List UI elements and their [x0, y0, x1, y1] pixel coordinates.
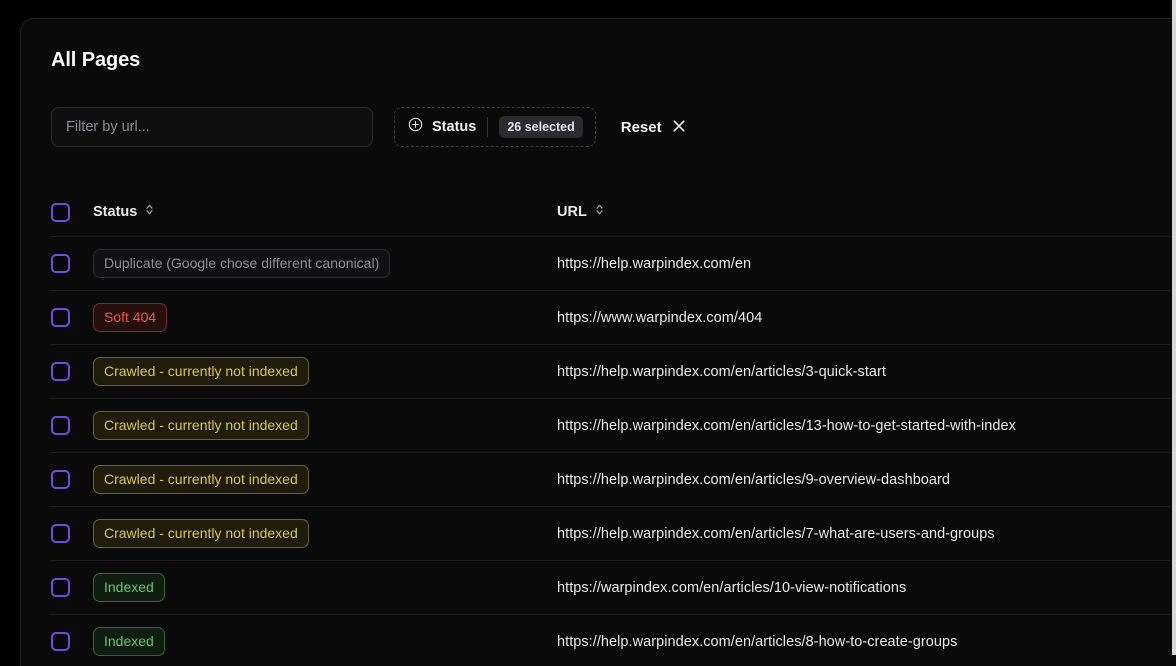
row-status-cell: Indexed	[93, 573, 557, 602]
sort-chevrons-icon	[144, 203, 155, 221]
row-url-cell: https://help.warpindex.com/en/articles/9…	[557, 472, 1176, 488]
row-status-cell: Crawled - currently not indexed	[93, 519, 557, 548]
row-status-cell: Crawled - currently not indexed	[93, 357, 557, 386]
row-select-cell	[51, 524, 93, 543]
status-badge: Crawled - currently not indexed	[93, 465, 309, 494]
row-select-cell	[51, 308, 93, 327]
table-row[interactable]: Indexed https://help.warpindex.com/en/art…	[51, 614, 1176, 666]
row-select-cell	[51, 470, 93, 489]
row-select-cell	[51, 578, 93, 597]
page-url[interactable]: https://help.warpindex.com/en	[557, 256, 751, 272]
table-row[interactable]: Indexed https://warpindex.com/en/articles…	[51, 560, 1176, 614]
page-url[interactable]: https://help.warpindex.com/en/articles/7…	[557, 526, 995, 542]
table-row[interactable]: Soft 404 https://www.warpindex.com/404	[51, 290, 1176, 344]
row-status-cell: Crawled - currently not indexed	[93, 411, 557, 440]
row-status-cell: Duplicate (Google chose different canoni…	[93, 249, 557, 278]
viewport-right-edge	[1172, 0, 1176, 655]
select-all-checkbox[interactable]	[51, 203, 70, 222]
row-url-cell: https://help.warpindex.com/en/articles/1…	[557, 418, 1176, 434]
status-badge: Indexed	[93, 627, 165, 656]
all-pages-panel: All Pages Status 26 selected Reset	[20, 18, 1176, 666]
pages-table: Status URL	[51, 188, 1176, 666]
row-status-cell: Crawled - currently not indexed	[93, 465, 557, 494]
page-title: All Pages	[51, 49, 140, 72]
table-header-row: Status URL	[51, 188, 1176, 236]
header-url-cell: URL	[557, 203, 1176, 221]
pages-table-body: Duplicate (Google chose different canoni…	[51, 236, 1176, 666]
page-url[interactable]: https://help.warpindex.com/en/articles/8…	[557, 634, 957, 650]
row-status-cell: Indexed	[93, 627, 557, 656]
status-badge: Soft 404	[93, 303, 167, 332]
row-status-cell: Soft 404	[93, 303, 557, 332]
row-checkbox[interactable]	[51, 524, 70, 543]
row-checkbox[interactable]	[51, 416, 70, 435]
table-row[interactable]: Crawled - currently not indexed https://h…	[51, 506, 1176, 560]
row-checkbox[interactable]	[51, 308, 70, 327]
row-url-cell: https://help.warpindex.com/en/articles/8…	[557, 634, 1176, 650]
column-header-url: URL	[557, 204, 587, 220]
status-filter-label: Status	[432, 119, 476, 135]
status-badge: Indexed	[93, 573, 165, 602]
app-shell: All Pages Status 26 selected Reset	[0, 0, 1176, 655]
row-checkbox[interactable]	[51, 470, 70, 489]
close-icon	[672, 119, 686, 136]
selected-count-badge: 26 selected	[499, 116, 582, 138]
table-row[interactable]: Duplicate (Google chose different canoni…	[51, 236, 1176, 290]
filter-by-url-input[interactable]	[51, 107, 373, 147]
table-row[interactable]: Crawled - currently not indexed https://h…	[51, 344, 1176, 398]
plus-circle-icon	[408, 117, 423, 137]
status-badge: Duplicate (Google chose different canoni…	[93, 249, 390, 278]
page-url[interactable]: https://help.warpindex.com/en/articles/3…	[557, 364, 886, 380]
page-url[interactable]: https://www.warpindex.com/404	[557, 310, 762, 326]
row-url-cell: https://www.warpindex.com/404	[557, 310, 1176, 326]
reset-label: Reset	[621, 119, 662, 136]
status-badge: Crawled - currently not indexed	[93, 519, 309, 548]
row-checkbox[interactable]	[51, 362, 70, 381]
row-checkbox[interactable]	[51, 254, 70, 273]
table-row[interactable]: Crawled - currently not indexed https://h…	[51, 398, 1176, 452]
row-url-cell: https://help.warpindex.com/en	[557, 256, 1176, 272]
page-url[interactable]: https://warpindex.com/en/articles/10-vie…	[557, 580, 906, 596]
status-badge: Crawled - currently not indexed	[93, 357, 309, 386]
row-select-cell	[51, 416, 93, 435]
page-url[interactable]: https://help.warpindex.com/en/articles/9…	[557, 472, 950, 488]
sort-by-status-button[interactable]: Status	[93, 203, 155, 221]
reset-filters-button[interactable]: Reset	[621, 119, 686, 136]
row-select-cell	[51, 632, 93, 651]
row-url-cell: https://warpindex.com/en/articles/10-vie…	[557, 580, 1176, 596]
row-url-cell: https://help.warpindex.com/en/articles/7…	[557, 526, 1176, 542]
table-toolbar: Status 26 selected Reset	[51, 107, 686, 147]
status-badge: Crawled - currently not indexed	[93, 411, 309, 440]
header-status-cell: Status	[93, 203, 557, 221]
page-url[interactable]: https://help.warpindex.com/en/articles/1…	[557, 418, 1016, 434]
table-row[interactable]: Crawled - currently not indexed https://h…	[51, 452, 1176, 506]
column-header-status: Status	[93, 204, 137, 220]
status-filter-button[interactable]: Status 26 selected	[394, 107, 596, 147]
header-select-all-cell	[51, 203, 93, 222]
row-url-cell: https://help.warpindex.com/en/articles/3…	[557, 364, 1176, 380]
sort-by-url-button[interactable]: URL	[557, 203, 605, 221]
sort-chevrons-icon	[594, 203, 605, 221]
row-checkbox[interactable]	[51, 632, 70, 651]
row-select-cell	[51, 362, 93, 381]
row-checkbox[interactable]	[51, 578, 70, 597]
toolbar-divider	[487, 117, 488, 137]
row-select-cell	[51, 254, 93, 273]
